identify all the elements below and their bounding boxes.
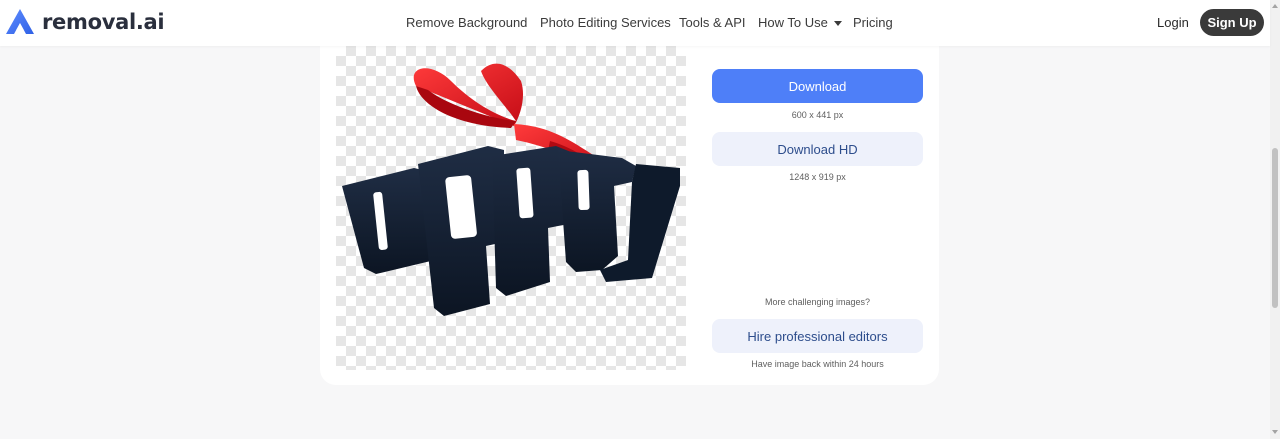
more-challenging-text: More challenging images?: [764, 297, 871, 307]
nav-remove-background[interactable]: Remove Background: [406, 15, 527, 30]
download-size: 600 x 441 px: [791, 110, 844, 120]
result-image: [342, 63, 680, 316]
nav-how-to-use-label: How To Use: [758, 15, 828, 30]
nav-tools-api[interactable]: Tools & API: [679, 15, 745, 30]
brand-name: removal.ai: [42, 10, 165, 34]
login-link[interactable]: Login: [1157, 15, 1189, 30]
download-hd-size: 1248 x 919 px: [789, 172, 846, 182]
top-navbar: removal.ai Remove Background Photo Editi…: [0, 0, 1270, 46]
hire-editors-button[interactable]: Hire professional editors: [712, 319, 923, 353]
page-scrollbar[interactable]: [1270, 0, 1280, 439]
brand-logo[interactable]: removal.ai: [4, 8, 165, 36]
download-button[interactable]: Download: [712, 69, 923, 103]
nav-photo-editing-services[interactable]: Photo Editing Services: [540, 15, 671, 30]
nav-pricing[interactable]: Pricing: [853, 15, 893, 30]
signup-button[interactable]: Sign Up: [1200, 9, 1264, 36]
scrollbar-thumb[interactable]: [1272, 148, 1278, 308]
result-preview: [336, 46, 686, 370]
hire-note: Have image back within 24 hours: [751, 359, 884, 369]
scroll-up-icon[interactable]: [1272, 4, 1278, 8]
scroll-down-icon[interactable]: [1272, 430, 1278, 434]
download-hd-button[interactable]: Download HD: [712, 132, 923, 166]
chevron-down-icon: [833, 21, 842, 27]
nav-how-to-use[interactable]: How To Use: [758, 15, 842, 30]
removal-ai-logo-icon: [6, 9, 34, 34]
